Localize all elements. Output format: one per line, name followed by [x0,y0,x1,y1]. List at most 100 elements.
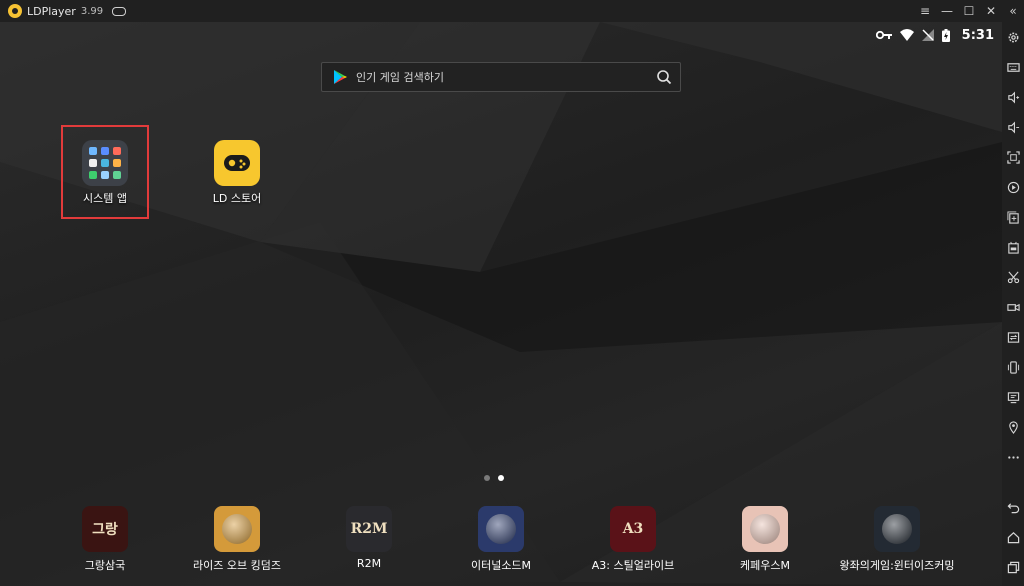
operation-recording-button[interactable] [1002,382,1024,412]
back-arrow-icon [1007,502,1019,513]
volume-down-button[interactable] [1002,112,1024,142]
page-dot-1[interactable] [484,475,490,481]
wallpaper [0,22,1002,586]
gamepad-icon[interactable] [112,6,127,16]
app-icon-text: 그랑 [92,522,118,538]
macro-button[interactable] [1002,172,1024,202]
ld-store-icon [214,140,260,186]
back-button[interactable] [1002,492,1024,522]
menu-button[interactable]: ≡ [914,0,936,22]
gear-icon [1008,32,1018,42]
no-signal-icon [921,29,934,41]
clock: 5:31 [961,27,994,43]
location-button[interactable] [1002,412,1024,442]
close-button[interactable]: ✕ [980,0,1002,22]
app-title: LDPlayer [27,4,76,18]
volume-up-button[interactable] [1002,82,1024,112]
page-dot-2[interactable] [498,475,504,481]
record-video-button[interactable] [1002,292,1024,322]
app-icon-text: A3 [622,521,644,537]
page-indicator [484,475,504,481]
maximize-button[interactable]: ☐ [958,0,980,22]
dock-app[interactable]: 이터널소드M [431,506,571,573]
dock-app-label: 케페우스M [740,559,790,572]
app-icon-text: R2M [350,521,388,537]
ldplayer-logo-icon [8,4,22,18]
collapse-sidebar-button[interactable]: « [1002,0,1024,22]
battery-charging-icon [941,28,950,42]
title-bar: LDPlayer 3.99 ≡ — ☐ ✕ « [0,0,1024,22]
sync-button[interactable] [1002,322,1024,352]
scissors-icon [1007,271,1019,283]
app-icon-art [882,514,912,544]
cepheus-icon [742,506,788,552]
ld-store-label: LD 스토어 [212,192,262,205]
search-placeholder: 인기 게임 검색하기 [356,71,444,84]
minimize-icon: — [941,4,953,18]
minimize-button[interactable]: — [936,0,958,22]
more-button[interactable] [1002,442,1024,472]
ld-store-app[interactable]: LD 스토어 [192,140,282,206]
dock-app[interactable]: R2M R2M [299,506,439,570]
wifi-icon [899,29,914,41]
emulator-toolbar [1002,22,1024,586]
dock-app-label: A3: 스틸얼라이브 [591,559,675,572]
home-icon [1007,531,1019,543]
fullscreen-button[interactable] [1002,142,1024,172]
rise-of-kingdoms-icon [214,506,260,552]
menu-icon: ≡ [919,4,931,18]
settings-button[interactable] [1002,22,1024,52]
system-apps-folder[interactable]: 시스템 앱 [60,140,150,206]
shake-phone-icon [1007,360,1019,374]
search-icon[interactable] [656,69,672,85]
multi-instance-button[interactable] [1002,202,1024,232]
install-apk-button[interactable] [1002,232,1024,262]
keyboard-mapping-button[interactable] [1002,52,1024,82]
volume-down-icon [1007,121,1019,133]
app-icon-art [750,514,780,544]
app-icon-art [222,514,252,544]
shake-button[interactable] [1002,352,1024,382]
app-version: 3.99 [80,5,104,17]
dock-app-label: 왕좌의게임:윈터이즈커밍 [839,559,955,572]
app-icon-art [486,514,516,544]
folder-icon [82,140,128,186]
dock-app[interactable]: 왕좌의게임:윈터이즈커밍 [827,506,967,573]
volume-up-icon [1007,91,1019,103]
close-icon: ✕ [985,4,997,18]
sync-windows-icon [1007,331,1019,343]
video-camera-icon [1006,303,1020,311]
recent-apps-button[interactable] [1002,552,1024,582]
game-of-thrones-icon [874,506,920,552]
app-dock: 그랑 그랑삼국 라이즈 오브 킹덤즈 R2M R2M 이터널소드M A3 A3: 스틸얼라이브… [0,506,1002,586]
game-search-bar[interactable]: 인기 게임 검색하기 [321,62,681,92]
add-window-icon [1006,210,1019,224]
vpn-key-icon [875,30,892,40]
monitor-icon [1007,391,1019,403]
recent-apps-icon [1007,561,1019,573]
system-apps-label: 시스템 앱 [83,192,127,205]
a3-still-alive-icon: A3 [610,506,656,552]
dock-app-label: 그랑삼국 [84,559,126,572]
play-store-icon [334,70,347,84]
dock-app[interactable]: 그랑그랑삼국 [35,506,175,573]
dock-app[interactable]: 케페우스M [695,506,835,573]
dock-app[interactable]: A3 A3: 스틸얼라이브 [563,506,703,573]
dock-app[interactable]: 라이즈 오브 킹덤즈 [167,506,307,573]
dock-app-label: 라이즈 오브 킹덤즈 [193,559,281,572]
dock-app-label: R2M [356,557,382,570]
grand-samguk-icon: 그랑 [82,506,128,552]
r2m-icon: R2M [346,506,392,552]
record-play-icon [1007,181,1019,193]
location-pin-icon [1008,420,1018,434]
screenshot-button[interactable] [1002,262,1024,292]
keyboard-icon [1006,62,1020,72]
dock-app-label: 이터널소드M [470,559,532,572]
android-home-screen: 5:31 인기 게임 검색하기 시스템 앱 LD 스토어 그랑 그랑삼국 라이즈… [0,22,1002,586]
collapse-icon: « [1009,4,1017,18]
android-status-bar: 5:31 [875,26,994,44]
fullscreen-icon [1006,150,1020,164]
home-button[interactable] [1002,522,1024,552]
eternal-sword-icon [478,506,524,552]
more-dots-icon [1007,455,1019,459]
